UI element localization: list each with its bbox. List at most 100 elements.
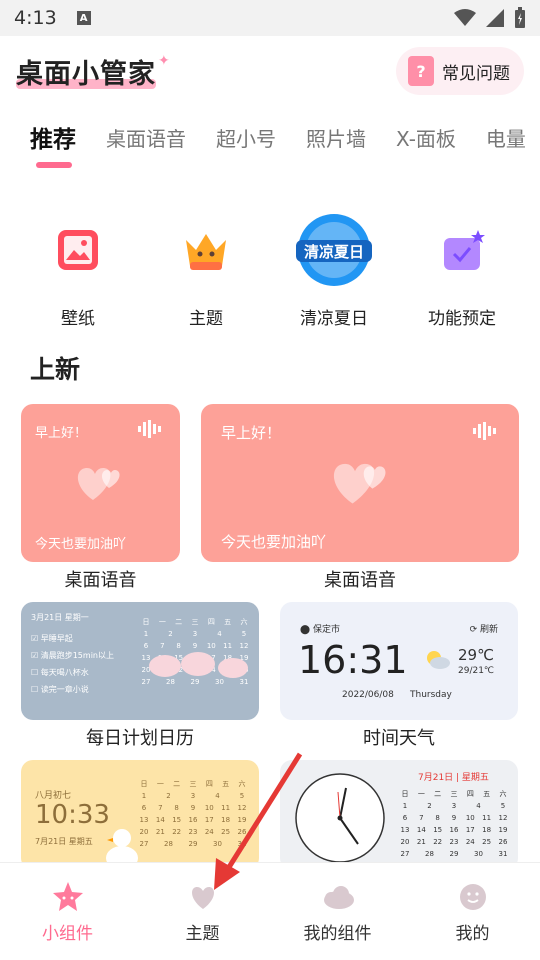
- card-label: 桌面语音: [324, 570, 396, 591]
- calendar-cell: 2: [166, 792, 171, 800]
- calendar-cell: 14: [416, 826, 426, 834]
- calendar-cell: 13: [139, 816, 149, 824]
- quick-entries: 壁纸 主题 清凉夏日 清凉夏日 功能预定: [0, 168, 540, 336]
- calendar-cell: 21: [416, 838, 426, 846]
- nav-widgets[interactable]: 小组件: [0, 863, 135, 960]
- calendar-cell: 三: [191, 618, 199, 626]
- nav-theme[interactable]: 主题: [135, 863, 270, 960]
- voice-subtitle: 今天也要加油吖: [221, 533, 327, 551]
- daily-plan-calendar-card[interactable]: 3月21日 星期一 ☑ 早睡早起 ☑ 清晨跑步15min以上 ☐ 每天喝八杯水 …: [21, 602, 259, 720]
- voice-widget-card-large[interactable]: 早上好！ 今天也要加油吖: [201, 404, 519, 562]
- time-weather-card[interactable]: ⬤ 保定市 ⟳ 刷新 16:31 29℃ 29/21℃ 2022/06/08 T…: [280, 602, 518, 720]
- calendar-cell: 28: [164, 840, 173, 848]
- heart-icon: [77, 468, 120, 500]
- signal-icon: [486, 9, 504, 27]
- weather-weekday: Thursday: [410, 690, 452, 700]
- calendar-cell: 一: [156, 780, 164, 788]
- quick-item-summer[interactable]: 清凉夏日 清凉夏日: [274, 210, 394, 336]
- sound-wave-icon: [138, 420, 161, 438]
- quick-item-theme[interactable]: 主题: [146, 210, 266, 336]
- voice-greet: 早上好！: [35, 426, 88, 441]
- category-tabs: 推荐 桌面语音 超小号 照片墙 X-面板 电量: [0, 106, 540, 168]
- calendar-cell: 3: [451, 802, 457, 810]
- nav-label: 小组件: [42, 924, 93, 944]
- bunny-illustration-icon: [149, 652, 248, 678]
- voice-widget-card-small[interactable]: 早上好！ 今天也要加油吖: [21, 404, 180, 562]
- summer-badge-icon: 清凉夏日: [294, 210, 374, 290]
- task-text: 每天喝八杯水: [40, 668, 89, 677]
- faq-button[interactable]: ? 常见问题: [396, 47, 524, 95]
- nav-mine[interactable]: 我的: [405, 863, 540, 960]
- calendar-row: 1 2 3 4 5: [137, 790, 249, 802]
- calendar-row: 日一 二三四 五六: [137, 778, 249, 790]
- calendar-cell: 27: [400, 850, 410, 858]
- clock-calendar-card-yellow[interactable]: 八月初七 10:33 7月21日 星期五 日一二三四五六 1 2 3 4 5 6 7 8 9 10 1…: [21, 760, 259, 870]
- calendar-cell: 31: [237, 840, 247, 848]
- weather-range: 29/21℃: [458, 666, 495, 676]
- weather-refresh[interactable]: ⟳ 刷新: [470, 622, 498, 635]
- quick-item-reserve[interactable]: 功能预定: [402, 210, 522, 336]
- calendar-cell: 19: [498, 826, 508, 834]
- calendar-row: 1 2 3 4 5: [398, 800, 510, 812]
- calendar-cell: 二: [173, 780, 181, 788]
- nav-label: 我的: [455, 924, 490, 944]
- tab-recommend[interactable]: 推荐: [30, 120, 76, 168]
- calendar-grid: 日一二三四五六123456789101112131415161718192021…: [137, 778, 249, 850]
- status-icons: [454, 7, 526, 29]
- calendar-cell: 31: [498, 850, 508, 858]
- calendar-cell: 23: [188, 828, 198, 836]
- calendar-cell: 30: [474, 850, 483, 858]
- calendar-cell: 日: [142, 618, 150, 626]
- smiley-icon: [455, 881, 491, 913]
- tab-photo-wall[interactable]: 照片墙: [306, 123, 366, 152]
- calendar-cell: 24: [204, 828, 214, 836]
- calendar-cell: 17: [465, 826, 475, 834]
- calendar-cell: 三: [189, 780, 197, 788]
- calendar-cell: 15: [433, 826, 443, 834]
- calendar-cell: 1: [141, 792, 147, 800]
- summer-badge-text: 清凉夏日: [304, 243, 364, 261]
- wifi-icon: [454, 9, 476, 26]
- calendar-cell: 二: [175, 618, 183, 626]
- tab-battery[interactable]: 电量: [486, 123, 526, 152]
- calendar-row: 日一 二三四 五六: [398, 788, 510, 800]
- calendar-cell: 六: [238, 780, 246, 788]
- quick-item-wallpaper[interactable]: 壁纸: [18, 210, 138, 336]
- task-item: ☑ 清晨跑步15min以上: [31, 651, 114, 660]
- tab-extra-small[interactable]: 超小号: [216, 123, 276, 152]
- calendar-cell: 12: [237, 804, 247, 812]
- calendar-cell: 25: [221, 828, 231, 836]
- calendar-cell: 二: [434, 790, 442, 798]
- sparkle-icon: ✦: [158, 53, 170, 69]
- task-item: ☐ 读完一章小说: [31, 685, 89, 694]
- cloud-icon: [320, 881, 356, 913]
- nav-my-widgets[interactable]: 我的组件: [270, 863, 405, 960]
- calendar-cell: 8: [174, 804, 179, 812]
- calendar-cell: 10: [465, 814, 475, 822]
- calendar-cell: 21: [155, 828, 165, 836]
- card-label: 每日计划日历: [86, 728, 194, 749]
- calendar-row: 日一 二三四 五六: [139, 616, 251, 628]
- calendar-cell: 18: [221, 816, 231, 824]
- calendar-cell: 一: [158, 618, 166, 626]
- calendar-cell: 22: [433, 838, 443, 846]
- app-logo: 桌面小管家: [16, 52, 156, 91]
- calendar-cell: 16: [188, 816, 198, 824]
- tab-desktop-voice[interactable]: 桌面语音: [106, 123, 186, 152]
- calendar-cell: 日: [401, 790, 409, 798]
- analog-clock-calendar-card[interactable]: 7月21日 | 星期五 日一二三四五六 1 2 3 4 5 6 7 8 9 10 11 12 13 14 15…: [280, 760, 518, 870]
- calendar-cell: 19: [237, 816, 247, 824]
- tab-x-panel[interactable]: X-面板: [396, 123, 456, 152]
- weather-city: ⬤ 保定市: [300, 625, 340, 635]
- task-item: ☑ 早睡早起: [31, 634, 73, 643]
- calendar-cell: 4: [215, 792, 220, 800]
- calendar-row: 6 7 8 9 10 11 12: [398, 812, 510, 824]
- calendar-cell: 28: [425, 850, 434, 858]
- calendar-cell: 11: [221, 804, 231, 812]
- calendar-cell: 日: [140, 780, 148, 788]
- calendar-row: 27 28 29 30 31: [398, 848, 510, 860]
- calendar-cell: 29: [188, 840, 198, 848]
- card-label: 时间天气: [363, 728, 435, 749]
- calendar-row: 27 28 29 30 31: [137, 838, 249, 850]
- calendar-cell: 22: [172, 828, 182, 836]
